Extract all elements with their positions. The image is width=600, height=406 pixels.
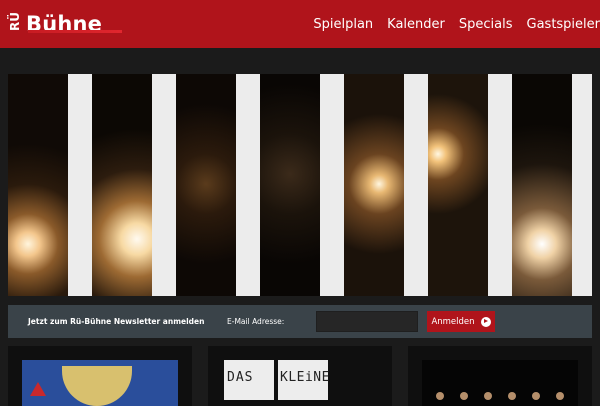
arrow-right-circle-icon [481, 317, 491, 327]
hero-strip [176, 74, 236, 296]
logo-ru-text: RÜ [8, 17, 22, 31]
person-head [532, 392, 540, 400]
hero-strip [512, 74, 572, 296]
subscribe-button-label: Anmelden [431, 317, 474, 327]
subscribe-button[interactable]: Anmelden [427, 311, 495, 332]
event-card[interactable]: DAS KLEiNE [208, 346, 392, 406]
person-head [436, 392, 444, 400]
hero-strip [428, 74, 488, 296]
event-card[interactable] [408, 346, 592, 406]
email-label: E-Mail Adresse: [227, 317, 284, 326]
hero-strip [92, 74, 152, 296]
hero-strip [344, 74, 404, 296]
poster-text: KLEiNE [280, 370, 330, 385]
poster-image [22, 360, 178, 406]
das-kleine-poster-image: DAS [224, 360, 274, 400]
person-head [556, 392, 564, 400]
main-nav: Spielplan Kalender Specials Gastspieler [299, 0, 600, 48]
person-head [460, 392, 468, 400]
nav-item-spielplan[interactable]: Spielplan [313, 17, 373, 32]
nav-item-kalender[interactable]: Kalender [387, 17, 445, 32]
site-logo[interactable]: RÜ Bühne [8, 6, 102, 42]
nav-item-specials[interactable]: Specials [459, 17, 513, 32]
nav-item-gastspieler[interactable]: Gastspieler [527, 17, 600, 32]
hero-strip [8, 74, 68, 296]
das-kleine-poster-image: KLEiNE [278, 360, 328, 400]
person-head [484, 392, 492, 400]
newsletter-title: Jetzt zum Rü-Bühne Newsletter anmelden [28, 317, 204, 326]
person-head [508, 392, 516, 400]
poster-text: DAS [227, 370, 253, 385]
ensemble-photo-image [422, 360, 578, 406]
hero-strip [260, 74, 320, 296]
site-header: RÜ Bühne Spielplan Kalender Specials Gas… [0, 0, 600, 48]
email-input[interactable] [316, 311, 418, 332]
poster-shape [62, 366, 132, 406]
logo-underline-decoration [28, 30, 122, 33]
poster-triangle [30, 382, 46, 396]
newsletter-bar: Jetzt zum Rü-Bühne Newsletter anmelden E… [8, 305, 592, 338]
event-card[interactable] [8, 346, 192, 406]
hero-slider[interactable] [8, 74, 592, 296]
